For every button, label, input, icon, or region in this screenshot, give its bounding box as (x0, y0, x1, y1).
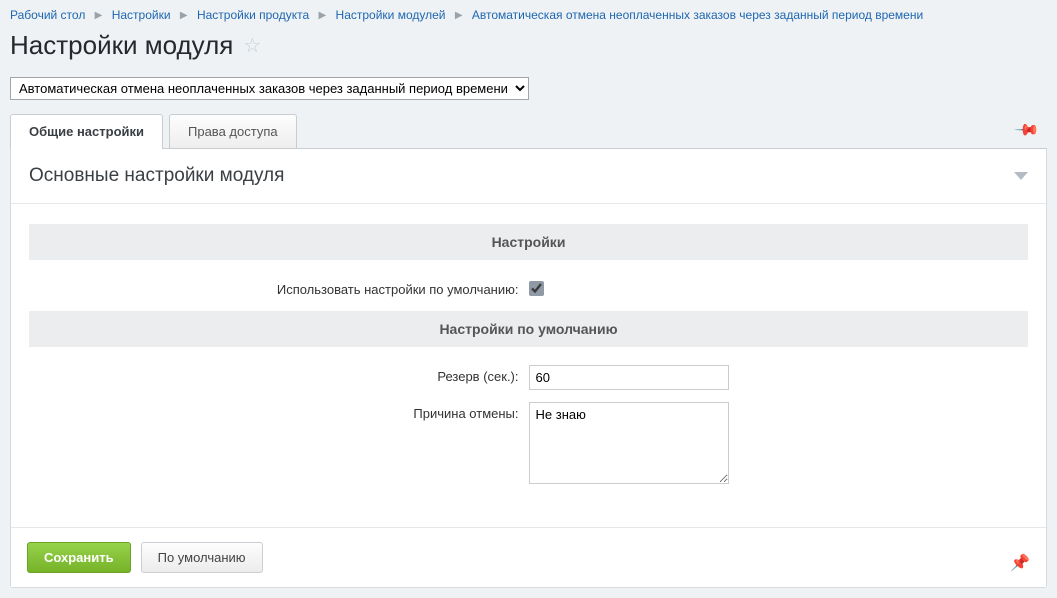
section-header-settings: Настройки (29, 224, 1028, 260)
reason-textarea[interactable]: Не знаю (529, 402, 729, 484)
collapse-icon[interactable] (1014, 172, 1028, 180)
breadcrumb-link[interactable]: Настройки продукта (197, 8, 309, 22)
reserve-label: Резерв (сек.): (29, 365, 529, 384)
breadcrumb: Рабочий стол ▶ Настройки ▶ Настройки про… (0, 0, 1057, 26)
reset-button[interactable]: По умолчанию (141, 542, 263, 573)
breadcrumb-link[interactable]: Автоматическая отмена неоплаченных заказ… (472, 8, 923, 22)
breadcrumb-link[interactable]: Рабочий стол (10, 8, 85, 22)
tab-access[interactable]: Права доступа (169, 114, 297, 148)
module-selector[interactable]: Автоматическая отмена неоплаченных заказ… (10, 77, 529, 100)
breadcrumb-link[interactable]: Настройки (112, 8, 171, 22)
reason-label: Причина отмены: (29, 402, 529, 421)
tabs: Общие настройки Права доступа 📌 (10, 114, 1047, 149)
reserve-input[interactable] (529, 365, 729, 390)
pin-icon[interactable]: 📌 (1010, 553, 1030, 573)
settings-panel: Основные настройки модуля Настройки Испо… (10, 149, 1047, 588)
panel-heading: Основные настройки модуля (29, 165, 284, 187)
section-header-defaults: Настройки по умолчанию (29, 311, 1028, 347)
chevron-right-icon: ▶ (455, 10, 463, 21)
chevron-right-icon: ▶ (318, 10, 326, 21)
use-default-checkbox[interactable] (529, 281, 544, 296)
star-icon[interactable]: ☆ (243, 36, 261, 56)
pin-icon[interactable]: 📌 (1013, 116, 1041, 144)
chevron-right-icon: ▶ (180, 10, 188, 21)
page-title: Настройки модуля (10, 30, 233, 61)
breadcrumb-link[interactable]: Настройки модулей (336, 8, 446, 22)
chevron-right-icon: ▶ (95, 10, 103, 21)
use-default-label: Использовать настройки по умолчанию: (29, 278, 529, 297)
save-button[interactable]: Сохранить (27, 542, 131, 573)
tab-general[interactable]: Общие настройки (10, 114, 163, 148)
